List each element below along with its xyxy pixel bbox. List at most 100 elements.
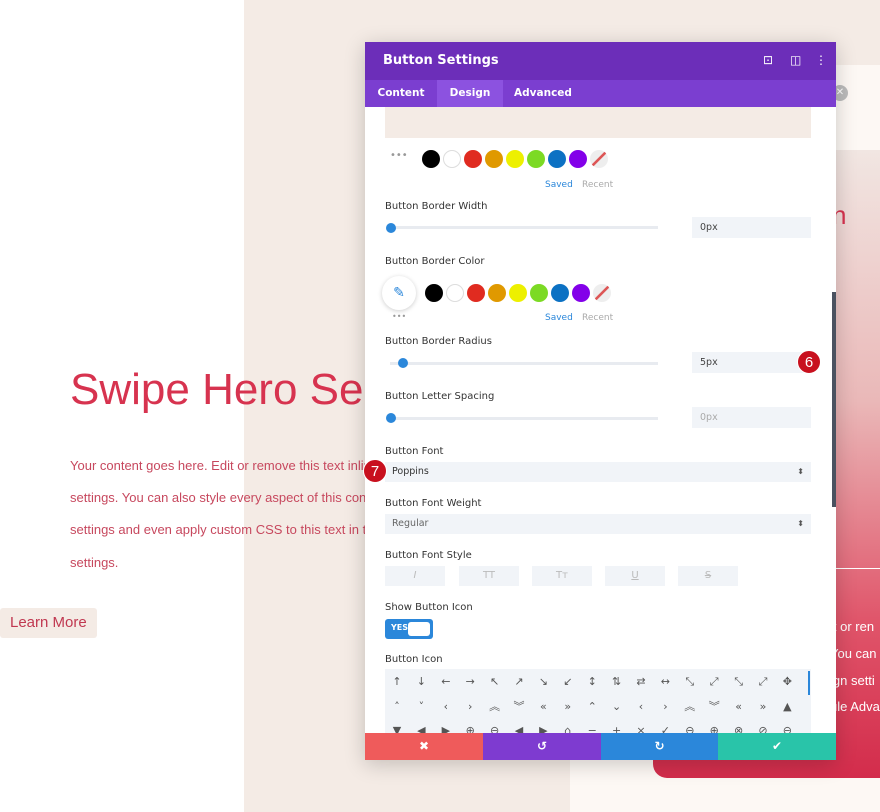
redo-button[interactable]: ↻ xyxy=(601,733,718,760)
card-text: it or ren xyxy=(830,619,875,634)
icon-option[interactable]: ⤢ xyxy=(751,670,775,694)
icon-option[interactable]: › xyxy=(458,695,482,719)
modal-scrollbar[interactable] xyxy=(832,292,836,507)
icon-option[interactable]: ↔ xyxy=(653,670,677,694)
saved-tab[interactable]: Saved xyxy=(545,313,573,323)
step-badge: 7 xyxy=(363,459,387,483)
color-swatch[interactable] xyxy=(422,150,440,168)
color-swatch[interactable] xyxy=(446,284,464,302)
border-radius-slider[interactable] xyxy=(390,362,658,365)
paragraph-line: Your content goes here. Edit or remove t… xyxy=(70,458,366,473)
border-radius-input[interactable]: 5px xyxy=(692,352,811,373)
color-swatch[interactable] xyxy=(509,284,527,302)
recent-tab[interactable]: Recent xyxy=(582,180,613,190)
icon-option[interactable]: ︾ xyxy=(507,695,531,719)
icon-picker-scrollbar[interactable] xyxy=(808,671,810,695)
icon-option[interactable]: ↓ xyxy=(409,670,433,694)
icon-option[interactable]: » xyxy=(556,695,580,719)
color-swatch[interactable] xyxy=(467,284,485,302)
strikethrough-button[interactable]: S xyxy=(678,566,738,586)
icon-option[interactable]: ‹ xyxy=(629,695,653,719)
tab-advanced[interactable]: Advanced xyxy=(503,80,583,107)
saved-tab[interactable]: Saved xyxy=(545,180,573,190)
more-vertical-icon[interactable]: ⋮ xyxy=(815,53,827,67)
split-view-icon[interactable]: ◫ xyxy=(790,53,801,67)
no-color-swatch[interactable] xyxy=(590,150,608,168)
icon-option[interactable]: ⇄ xyxy=(629,670,653,694)
icon-option[interactable]: ⤡ xyxy=(678,670,702,694)
color-swatch[interactable] xyxy=(548,150,566,168)
color-swatch[interactable] xyxy=(530,284,548,302)
save-button[interactable]: ✔ xyxy=(718,733,836,760)
color-swatch[interactable] xyxy=(464,150,482,168)
letter-spacing-slider[interactable] xyxy=(390,417,658,420)
font-select[interactable]: Poppins ⬍ xyxy=(385,462,811,482)
paragraph-line: settings. You can also style every aspec… xyxy=(70,490,366,505)
color-swatch[interactable] xyxy=(506,150,524,168)
icon-option[interactable]: ︾ xyxy=(702,695,726,719)
icon-option[interactable]: › xyxy=(653,695,677,719)
icon-option[interactable]: ˅ xyxy=(409,695,433,719)
more-options-icon[interactable]: ••• xyxy=(392,312,406,321)
color-swatch[interactable] xyxy=(488,284,506,302)
show-icon-toggle[interactable]: YES xyxy=(385,619,433,639)
icon-option[interactable]: ⇅ xyxy=(605,670,629,694)
underline-button[interactable]: U xyxy=(605,566,665,586)
color-swatch[interactable] xyxy=(485,150,503,168)
undo-button[interactable]: ↺ xyxy=(483,733,601,760)
color-swatch[interactable] xyxy=(425,284,443,302)
focus-icon[interactable]: ⊡ xyxy=(763,53,773,67)
font-label: Button Font xyxy=(385,446,444,457)
slider-handle[interactable] xyxy=(386,223,396,233)
icon-option[interactable]: ← xyxy=(434,670,458,694)
more-options-icon[interactable]: ••• xyxy=(390,150,408,161)
step-badge: 6 xyxy=(797,350,821,374)
font-weight-select[interactable]: Regular ⬍ xyxy=(385,514,811,534)
learn-more-button[interactable]: Learn More xyxy=(0,608,97,638)
icon-option[interactable]: ↘ xyxy=(531,670,555,694)
icon-option[interactable]: ↗ xyxy=(507,670,531,694)
icon-option[interactable]: ‹ xyxy=(434,695,458,719)
icon-option[interactable]: ↖ xyxy=(483,670,507,694)
tab-design[interactable]: Design xyxy=(437,80,503,107)
icon-option[interactable]: ⤡ xyxy=(727,670,751,694)
italic-button[interactable]: I xyxy=(385,566,445,586)
icon-option[interactable]: ✥ xyxy=(775,670,799,694)
recent-tab[interactable]: Recent xyxy=(582,313,613,323)
cancel-button[interactable]: ✖ xyxy=(365,733,483,760)
card-text: You can xyxy=(830,646,877,661)
icon-option[interactable]: ⌃ xyxy=(580,695,604,719)
border-width-slider[interactable] xyxy=(390,226,658,229)
icon-option[interactable]: ↕ xyxy=(580,670,604,694)
color-swatch[interactable] xyxy=(527,150,545,168)
icon-option[interactable]: ⌄ xyxy=(605,695,629,719)
icon-option[interactable]: « xyxy=(531,695,555,719)
capitalize-button[interactable]: Tт xyxy=(532,566,592,586)
icon-option[interactable]: ˄ xyxy=(385,695,409,719)
icon-option[interactable]: ︽ xyxy=(678,695,702,719)
color-swatch[interactable] xyxy=(551,284,569,302)
tab-content[interactable]: Content xyxy=(365,80,437,107)
font-weight-label: Button Font Weight xyxy=(385,498,482,509)
icon-option[interactable]: ▲ xyxy=(775,695,799,719)
card-text: ign setti xyxy=(830,673,875,688)
letter-spacing-input[interactable]: 0px xyxy=(692,407,811,428)
slider-handle[interactable] xyxy=(398,358,408,368)
icon-option[interactable]: ↑ xyxy=(385,670,409,694)
uppercase-button[interactable]: TT xyxy=(459,566,519,586)
no-color-swatch[interactable] xyxy=(593,284,611,302)
color-swatch[interactable] xyxy=(572,284,590,302)
slider-handle[interactable] xyxy=(386,413,396,423)
modal-footer: ✖ ↺ ↻ ✔ xyxy=(365,733,836,760)
icon-option[interactable]: » xyxy=(751,695,775,719)
toggle-label: YES xyxy=(391,623,409,632)
border-width-input[interactable]: 0px xyxy=(692,217,811,238)
icon-option[interactable]: ⤢ xyxy=(702,670,726,694)
color-swatch[interactable] xyxy=(443,150,461,168)
color-swatch[interactable] xyxy=(569,150,587,168)
icon-option[interactable]: « xyxy=(727,695,751,719)
icon-option[interactable]: ︽ xyxy=(483,695,507,719)
icon-option[interactable]: ↙ xyxy=(556,670,580,694)
icon-option[interactable]: → xyxy=(458,670,482,694)
color-preview[interactable] xyxy=(385,107,811,138)
